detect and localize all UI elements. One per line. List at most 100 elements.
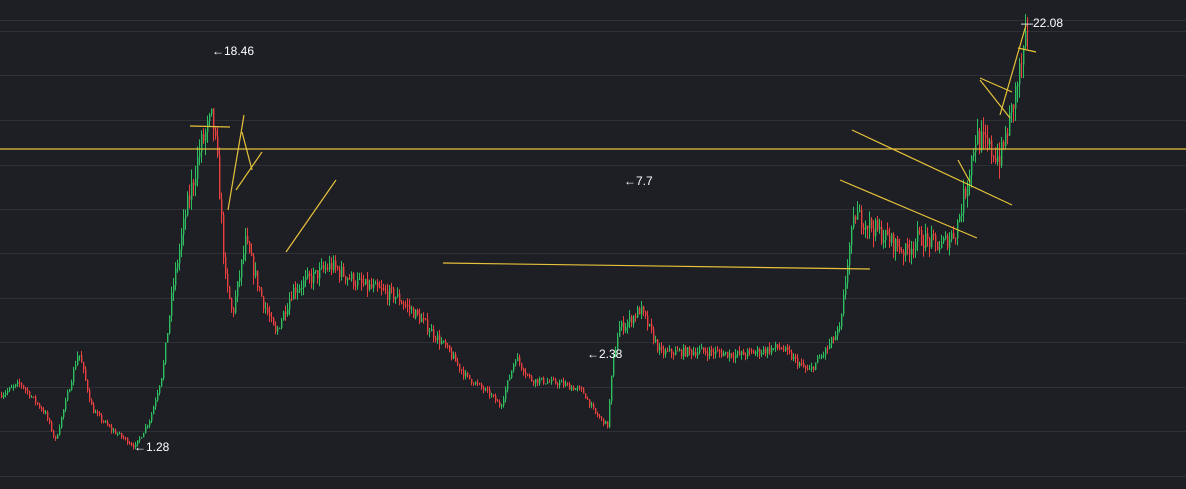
candle-body [475, 382, 477, 385]
candle-body [639, 308, 641, 315]
candle-body [311, 276, 313, 283]
candle-body [997, 156, 999, 163]
candle-body [827, 348, 829, 350]
candle-body [467, 372, 469, 375]
candle-body [803, 363, 805, 367]
candle-body [555, 379, 557, 384]
candle-body [631, 316, 633, 324]
candle-body [353, 273, 355, 286]
candle-body [821, 355, 823, 358]
candle-body [249, 242, 251, 253]
candle-body [831, 337, 833, 344]
candle-body [19, 382, 21, 384]
candle-body [931, 234, 933, 247]
candle-body [23, 385, 25, 389]
candle-body [111, 426, 113, 431]
candle-body [203, 134, 205, 141]
candle-body [929, 238, 931, 247]
candle-body [423, 318, 425, 320]
candle-body [761, 353, 763, 355]
candle-body [949, 239, 951, 248]
candle-body [375, 283, 377, 285]
candle-body [27, 389, 29, 392]
candle-body [431, 329, 433, 332]
candle-body [707, 352, 709, 357]
candle-body [891, 234, 893, 243]
candle-body [339, 268, 341, 278]
candle-body [243, 253, 245, 261]
candle-body [365, 279, 367, 285]
candle-body [523, 368, 525, 373]
candle-body [839, 326, 841, 329]
candle-body [577, 387, 579, 389]
candle-body [199, 152, 201, 157]
candle-body [867, 225, 869, 229]
candle-body [1005, 133, 1007, 147]
candle-body [705, 351, 707, 353]
candle-body [77, 356, 79, 366]
candle-body [201, 134, 203, 153]
candle-body [285, 311, 287, 315]
candle-body [509, 377, 511, 381]
candle-body [715, 350, 717, 354]
candle-body [1007, 133, 1009, 136]
candle-body [483, 387, 485, 391]
candle-body [429, 331, 431, 333]
candle-body [967, 185, 969, 197]
candle-body [279, 327, 281, 329]
candle-body [925, 233, 927, 248]
candle-body [397, 293, 399, 297]
candle-body [389, 287, 391, 300]
candle-body [937, 241, 939, 251]
candle-body [351, 273, 353, 279]
candle-body [485, 388, 487, 391]
candle-body [15, 384, 17, 387]
candle-body [251, 252, 253, 256]
candle-body [179, 249, 181, 264]
candle-body [21, 383, 23, 386]
candle-body [379, 286, 381, 289]
candle-body [889, 235, 891, 243]
candle-body [261, 288, 263, 297]
candle-body [575, 388, 577, 391]
candle-body [373, 284, 375, 288]
candle-body [711, 349, 713, 352]
trendline-peak [189, 125, 231, 128]
candle-body [157, 393, 159, 401]
candle-body [569, 384, 571, 390]
candle-body [811, 366, 813, 369]
candle-body [185, 215, 187, 219]
annotation-high-22-08: —22.08 [1021, 16, 1063, 30]
candle-body [571, 387, 573, 390]
candle-body [697, 352, 699, 356]
candle-body [451, 351, 453, 359]
candle-body [141, 437, 143, 439]
candle-body [85, 369, 87, 381]
candle-body [843, 294, 845, 315]
candlestick-chart[interactable]: ←18.46 ←1.28 ←7.7 ←2.38 —22.08 [0, 0, 1186, 489]
candle-body [287, 308, 289, 315]
candle-body [635, 315, 637, 318]
candle-body [759, 348, 761, 355]
candle-body [317, 270, 319, 279]
candle-body [807, 368, 809, 370]
candle-body [315, 270, 317, 272]
candle-body [453, 354, 455, 359]
candle-body [367, 279, 369, 290]
candle-body [229, 286, 231, 299]
candle-body [663, 349, 665, 355]
candle-body [699, 349, 701, 353]
candle-body [753, 351, 755, 354]
candle-body [859, 210, 861, 212]
chart-canvas[interactable]: ←18.46 ←1.28 ←7.7 ←2.38 —22.08 [0, 0, 1186, 489]
candle-body [681, 349, 683, 357]
candle-body [329, 262, 331, 270]
candle-body [515, 361, 517, 365]
candle-body [39, 403, 41, 408]
candle-body [667, 350, 669, 352]
candle-body [513, 364, 515, 371]
candle-body [875, 220, 877, 237]
candle-body [215, 130, 217, 137]
candle-body [99, 413, 101, 416]
candle-body [465, 372, 467, 377]
